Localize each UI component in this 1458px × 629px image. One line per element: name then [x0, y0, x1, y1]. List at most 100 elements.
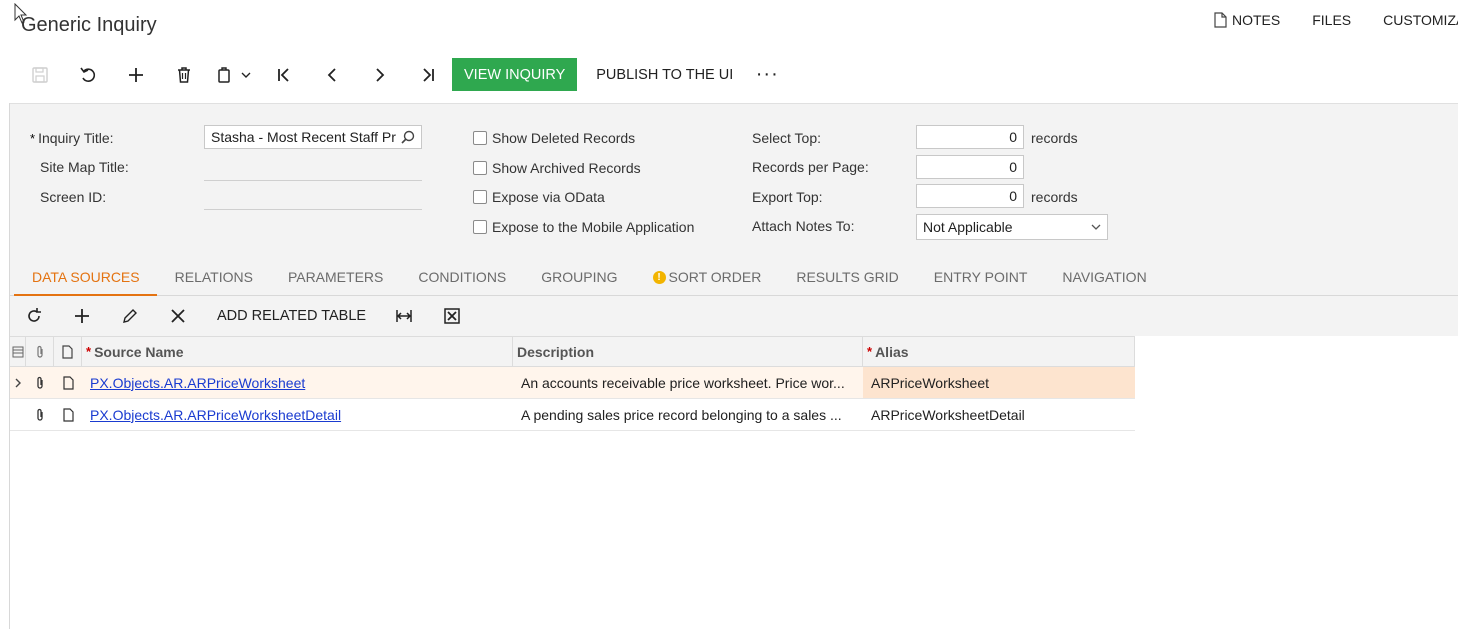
tab-parameters[interactable]: PARAMETERS	[270, 258, 400, 296]
search-icon[interactable]	[401, 130, 415, 144]
site-map-title-field[interactable]	[204, 180, 422, 181]
previous-record-button[interactable]	[308, 58, 356, 91]
notes-header	[54, 337, 82, 366]
add-related-table-button[interactable]: ADD RELATED TABLE	[202, 296, 380, 336]
document-icon	[62, 375, 74, 390]
notes-link[interactable]: NOTES	[1214, 12, 1280, 28]
note-cell[interactable]	[54, 367, 82, 398]
clipboard-dropdown-button[interactable]	[208, 58, 260, 91]
plus-icon	[75, 309, 89, 323]
tab-sort-order[interactable]: ! SORT ORDER	[635, 258, 779, 296]
tab-conditions[interactable]: CONDITIONS	[400, 258, 523, 296]
source-name-cell: PX.Objects.AR.ARPriceWorksheetDetail	[82, 399, 513, 430]
checkbox-box[interactable]	[473, 131, 487, 145]
attachment-cell[interactable]	[26, 399, 54, 430]
attach-notes-select[interactable]: Not Applicable	[916, 214, 1108, 240]
publish-button[interactable]: PUBLISH TO THE UI	[584, 58, 745, 91]
main-toolbar: VIEW INQUIRY PUBLISH TO THE UI ···	[16, 58, 789, 91]
select-top-suffix: records	[1031, 130, 1078, 146]
row-selector-header[interactable]	[10, 337, 26, 366]
required-marker: *	[86, 344, 92, 359]
add-button[interactable]	[112, 58, 160, 91]
more-actions-button[interactable]: ···	[745, 58, 789, 91]
tab-relations[interactable]: RELATIONS	[157, 258, 270, 296]
alias-cell[interactable]: ARPriceWorksheetDetail	[863, 399, 1135, 430]
checkbox-box[interactable]	[473, 190, 487, 204]
data-sources-grid: * Source Name Description * Alias PX.Objec…	[10, 336, 1135, 431]
row-expand-cell[interactable]	[10, 367, 26, 398]
description-cell: An accounts receivable price worksheet. …	[521, 374, 845, 391]
first-icon	[278, 67, 289, 82]
select-top-input[interactable]: 0	[916, 125, 1024, 149]
first-record-button[interactable]	[260, 58, 308, 91]
delete-row-button[interactable]	[154, 296, 202, 336]
attachment-cell[interactable]	[26, 367, 54, 398]
table-row[interactable]: PX.Objects.AR.ARPriceWorksheet An accoun…	[10, 367, 1135, 399]
customization-link[interactable]: CUSTOMIZAT	[1383, 12, 1458, 28]
inquiry-title-input[interactable]: Stasha - Most Recent Staff Pr	[204, 125, 422, 149]
export-top-input[interactable]: 0	[916, 184, 1024, 208]
edit-row-button[interactable]	[106, 296, 154, 336]
export-excel-button[interactable]	[428, 296, 476, 336]
source-name-header-text: Source Name	[94, 343, 184, 360]
source-name-header[interactable]: * Source Name	[82, 337, 513, 366]
expose-odata-checkbox[interactable]: Expose via OData	[473, 189, 605, 205]
alias-header-text: Alias	[875, 343, 909, 360]
files-link[interactable]: FILES	[1312, 12, 1351, 28]
description-header[interactable]: Description	[513, 337, 863, 366]
grid-toolbar: ADD RELATED TABLE	[10, 296, 1458, 336]
alias-cell[interactable]: ARPriceWorksheet	[863, 367, 1135, 398]
expose-mobile-checkbox[interactable]: Expose to the Mobile Application	[473, 219, 694, 235]
tab-grouping[interactable]: GROUPING	[523, 258, 634, 296]
screen-id-label: Screen ID:	[40, 189, 107, 205]
undo-icon	[80, 67, 96, 82]
document-icon	[1214, 12, 1227, 28]
tab-label: RELATIONS	[174, 269, 253, 285]
tab-navigation[interactable]: NAVIGATION	[1044, 258, 1163, 296]
show-deleted-checkbox[interactable]: Show Deleted Records	[473, 130, 635, 146]
table-row[interactable]: PX.Objects.AR.ARPriceWorksheetDetail A p…	[10, 399, 1135, 431]
chevron-down-icon	[1091, 224, 1101, 230]
note-cell[interactable]	[54, 399, 82, 430]
pencil-icon	[123, 309, 137, 323]
save-button[interactable]	[16, 58, 64, 91]
attach-notes-value: Not Applicable	[923, 219, 1013, 235]
undo-button[interactable]	[64, 58, 112, 91]
chevron-left-icon	[327, 67, 336, 82]
warning-icon: !	[652, 270, 666, 284]
source-name-cell: PX.Objects.AR.ARPriceWorksheet	[82, 367, 513, 398]
paperclip-icon	[36, 345, 43, 358]
clipboard-icon	[218, 66, 230, 83]
select-top-label: Select Top:	[752, 130, 822, 146]
records-per-page-input[interactable]: 0	[916, 155, 1024, 179]
tab-label: RESULTS GRID	[796, 269, 899, 285]
row-expand-cell	[10, 399, 26, 430]
show-deleted-label: Show Deleted Records	[492, 130, 636, 146]
checkbox-box[interactable]	[473, 220, 487, 234]
next-record-button[interactable]	[356, 58, 404, 91]
source-name-link[interactable]: PX.Objects.AR.ARPriceWorksheet	[90, 375, 305, 391]
show-archived-checkbox[interactable]: Show Archived Records	[473, 160, 641, 176]
source-name-link[interactable]: PX.Objects.AR.ARPriceWorksheetDetail	[90, 407, 341, 423]
document-icon	[62, 344, 73, 359]
tab-data-sources[interactable]: DATA SOURCES	[10, 258, 157, 297]
tab-label: ENTRY POINT	[933, 269, 1028, 285]
alias-header[interactable]: * Alias	[863, 337, 1135, 366]
delete-button[interactable]	[160, 58, 208, 91]
chevron-down-icon	[241, 72, 251, 78]
notes-label: NOTES	[1232, 12, 1281, 28]
inquiry-title-value: Stasha - Most Recent Staff Pr	[211, 129, 396, 145]
tab-entry-point[interactable]: ENTRY POINT	[916, 258, 1045, 296]
screen-id-field[interactable]	[204, 209, 422, 210]
refresh-button[interactable]	[10, 296, 58, 336]
tab-label: DATA SOURCES	[32, 269, 140, 285]
chevron-right-icon	[15, 378, 21, 387]
description-cell: A pending sales price record belonging t…	[521, 406, 842, 423]
last-record-button[interactable]	[404, 58, 452, 91]
view-inquiry-button[interactable]: VIEW INQUIRY	[452, 58, 578, 91]
records-per-page-label: Records per Page:	[752, 159, 869, 175]
tab-results-grid[interactable]: RESULTS GRID	[778, 258, 915, 296]
fit-columns-button[interactable]	[380, 296, 428, 336]
checkbox-box[interactable]	[473, 161, 487, 175]
add-row-button[interactable]	[58, 296, 106, 336]
